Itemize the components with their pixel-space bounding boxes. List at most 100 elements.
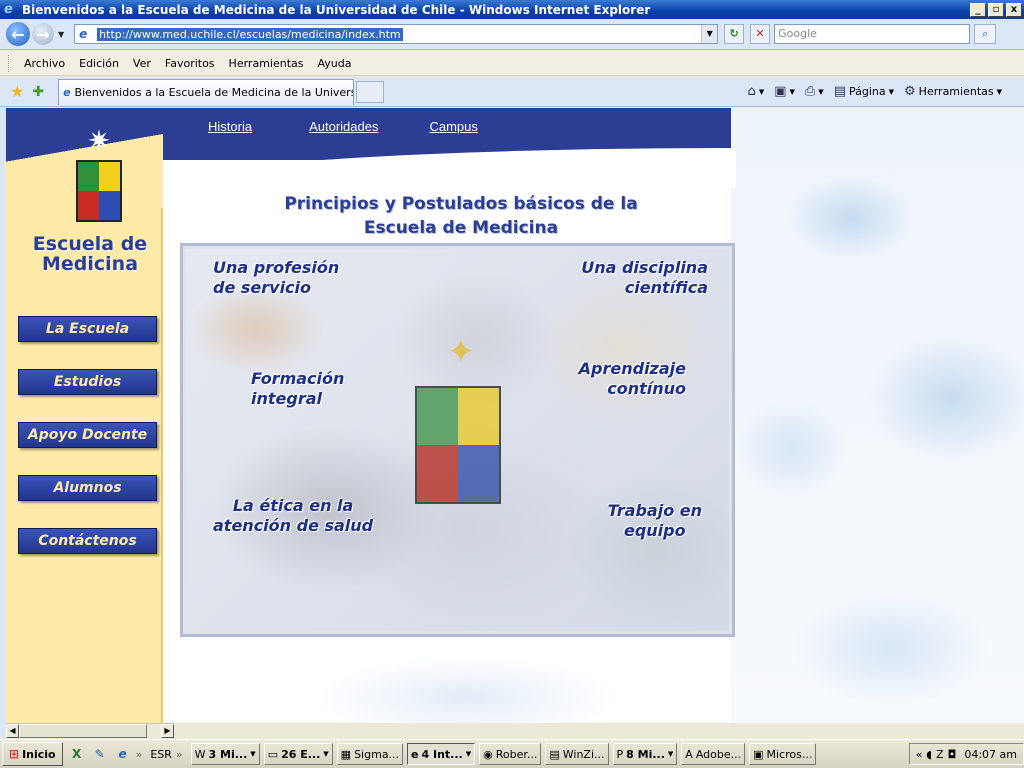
principle-equipo: Trabajo en equipo [607,501,702,540]
nav-la-escuela[interactable]: La Escuela [18,316,157,342]
search-button[interactable]: ⌕ [974,24,997,44]
star-emblem-icon: ✦ [446,332,476,372]
tools-menu-button[interactable]: ⚙ Herramientas ▼ [904,84,1002,99]
page-icon: e [79,27,88,41]
app-icon: ▦ [340,747,352,761]
menu-bar: Archivo Edición Ver Favoritos Herramient… [0,51,1024,76]
app-icon[interactable]: ✎ [91,745,109,763]
minimize-button[interactable]: _ [970,2,986,17]
menu-herramientas[interactable]: Herramientas [222,57,311,70]
task-explorer[interactable]: ▭ 26 E... ▼ [263,743,333,765]
esr-toolbar[interactable]: ESR [150,748,172,761]
feeds-button[interactable]: ▣ ▼ [774,84,795,99]
menu-edicion[interactable]: Edición [72,57,126,70]
back-arrow-icon: ← [11,24,25,44]
stop-button[interactable]: ✕ [750,24,771,44]
app-icon: ▣ [753,747,764,761]
internet-explorer-icon[interactable]: e [114,745,132,763]
page-heading: Principios y Postulados básicos de la Es… [246,192,676,240]
menu-ver[interactable]: Ver [126,57,158,70]
history-dropdown-icon[interactable]: ▼ [58,30,64,39]
principle-etica: La ética en la atención de salud [213,496,374,535]
task-rober[interactable]: ◉ Rober... [479,743,542,765]
background-collage [731,108,1024,723]
star-icon[interactable]: ★ [10,82,24,101]
home-button[interactable]: ⌂ ▼ [748,84,765,99]
link-campus[interactable]: Campus [429,119,477,134]
nav-apoyo-docente[interactable]: Apoyo Docente [18,422,157,448]
university-logo[interactable]: ✷ [74,126,124,226]
top-nav: Historia Autoridades Campus [208,119,478,134]
start-button[interactable]: ⊞ Inicio [2,742,63,766]
star-emblem-icon: ✷ [87,124,111,157]
tab-active[interactable]: e Bienvenidos a la Escuela de Medicina d… [58,78,355,105]
adobe-icon: A [685,747,693,761]
refresh-icon: ↻ [729,27,739,40]
system-tray: « ◖ Z ◘ 04:07 am [908,743,1024,765]
maximize-button[interactable]: ▫ [988,2,1004,17]
excel-icon[interactable]: X [68,745,86,763]
task-powerpoint[interactable]: P8 Mi... ▼ [612,743,678,765]
page-menu-button[interactable]: ▤ Página ▼ [834,84,894,99]
scroll-thumb[interactable] [19,724,147,738]
tray-app-icon[interactable]: ◘ [948,748,957,761]
page-icon: e [63,85,71,99]
close-button[interactable]: x [1006,2,1022,17]
nav-alumnos[interactable]: Alumnos [18,475,157,501]
scroll-left-icon[interactable]: ◀ [6,724,19,738]
address-bar[interactable]: e http://www.med.uchile.cl/escuelas/medi… [74,24,719,44]
quicklaunch-chevron-icon[interactable]: » [136,748,143,761]
menu-ayuda[interactable]: Ayuda [310,57,358,70]
tab-toolbar: ★ ✚ e Bienvenidos a la Escuela de Medici… [0,77,1024,107]
clock: 04:07 am [964,747,1017,761]
task-word[interactable]: W3 Mi... ▼ [190,743,260,765]
refresh-button[interactable]: ↻ [724,24,745,44]
task-sigma[interactable]: ▦ Sigma... [336,743,404,765]
print-button[interactable]: ⎙ ▼ [805,84,824,99]
link-historia[interactable]: Historia [208,119,252,134]
new-tab-button[interactable] [356,80,385,103]
add-favorite-icon[interactable]: ✚ [32,84,44,100]
link-autoridades[interactable]: Autoridades [309,119,378,134]
address-dropdown-icon[interactable]: ▼ [701,25,718,43]
title-bar: e Bienvenidos a la Escuela de Medicina d… [0,0,1024,19]
back-button[interactable]: ← [6,22,30,46]
nav-estudios[interactable]: Estudios [18,369,157,395]
url-field[interactable]: http://www.med.uchile.cl/escuelas/medici… [97,27,403,41]
printer-icon: ⎙ [804,84,816,99]
scroll-right-icon[interactable]: ▶ [161,724,174,738]
app-z-icon[interactable]: Z [936,748,944,761]
task-micros[interactable]: ▣ Micros... [749,743,817,765]
internet-explorer-icon: e [4,1,13,17]
principle-servicio: Una profesión de servicio [213,258,340,297]
command-bar: ⌂ ▼ ▣ ▼ ⎙ ▼ ▤ Página ▼ ⚙ Herramientas ▼ [748,84,1024,99]
stop-icon: ✕ [755,27,765,40]
internet-explorer-icon: e [411,747,419,761]
winzip-icon: ▤ [549,747,560,761]
brand-line-2: Medicina [41,253,139,275]
brand-line-1: Escuela de [32,233,148,255]
task-ie[interactable]: e4 Int... ▼ [407,743,476,765]
search-input[interactable]: Google [774,24,971,44]
toolbar-grip[interactable] [8,54,11,72]
taskbar: ⊞ Inicio X ✎ e » ESR » W3 Mi... ▼ ▭ 26 E..… [0,739,1024,768]
nav-contactenos[interactable]: Contáctenos [18,528,157,554]
start-label: Inicio [22,747,56,761]
toolbar-chevron-icon[interactable]: » [176,748,183,761]
address-toolbar: ← → ▼ e http://www.med.uchile.cl/escuela… [0,19,1024,50]
horizontal-scrollbar[interactable]: ◀ ▶ [6,723,174,738]
page-viewport: ✷ Escuela de Medicina La Escuela Estudio… [6,108,1024,723]
tray-chevron-icon[interactable]: « [916,748,923,761]
search-icon: ⌕ [982,27,989,40]
sidebar-nav: La Escuela Estudios Apoyo Docente Alumno… [18,316,158,581]
menu-archivo[interactable]: Archivo [17,57,72,70]
volume-icon[interactable]: ◖ [926,748,932,761]
task-winzip[interactable]: ▤ WinZi... [545,743,609,765]
principles-collage: ✦ Una profesión de servicio Una discipli… [180,243,735,637]
forward-button[interactable]: → [32,23,54,45]
task-adobe[interactable]: A Adobe... [681,743,746,765]
window-controls: _ ▫ x [970,2,1022,17]
scroll-track[interactable] [147,724,161,738]
powerpoint-icon: P [616,747,624,761]
menu-favoritos[interactable]: Favoritos [158,57,222,70]
